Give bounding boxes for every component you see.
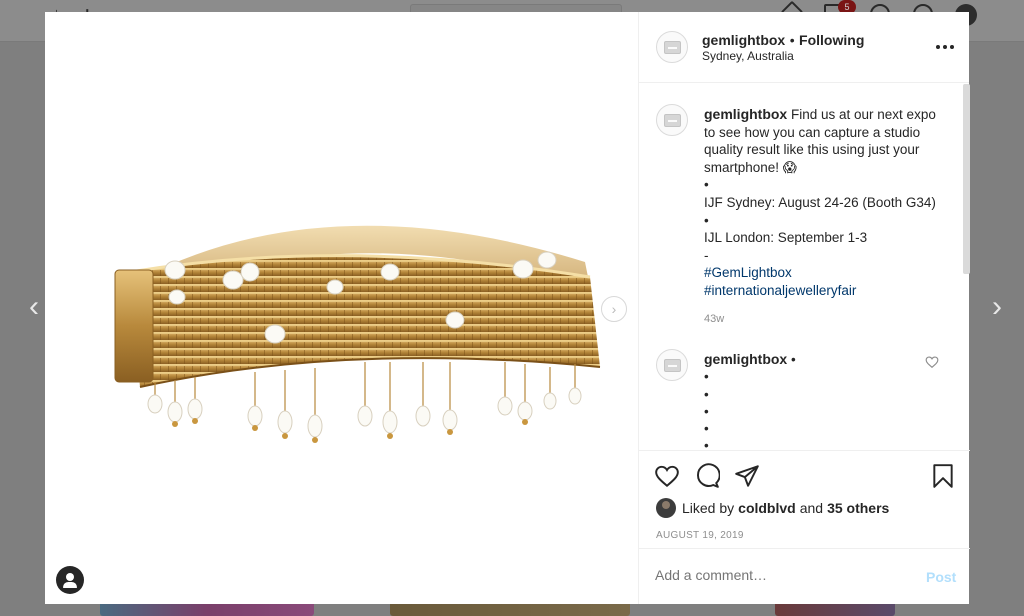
reply-bullet: • (704, 438, 709, 450)
reply-username[interactable]: gemlightbox (704, 351, 787, 367)
prev-post-chevron-left-icon[interactable]: ‹ (22, 292, 46, 322)
more-horizontal-icon[interactable] (936, 38, 954, 56)
caption-bullet: • (704, 212, 709, 228)
author-username[interactable]: gemlightbox (702, 32, 785, 48)
caption-line: quality result like this using just your (704, 142, 920, 158)
caption-line: to see how you can capture a studio (704, 124, 921, 140)
author-separator: • (789, 32, 795, 48)
bracelet-photo (114, 225, 601, 443)
following-button[interactable]: Following (799, 32, 864, 48)
reply-avatar[interactable] (656, 349, 688, 381)
post-modal: › gemlightbox • Following Sydney, Austra… (45, 12, 970, 604)
caption-dash: - (704, 247, 709, 263)
post-side-panel: gemlightbox • Following Sydney, Australi… (638, 12, 970, 604)
caption-line: Find us at our next expo (791, 107, 936, 122)
author-line: gemlightbox • Following (702, 32, 864, 50)
reply-bullet: • (704, 403, 709, 419)
caption-time-ago[interactable]: 43w (704, 313, 724, 325)
user-tag-icon[interactable] (56, 566, 84, 594)
caption-username[interactable]: gemlightbox (704, 106, 787, 122)
post-actions: Liked by coldblvd and 35 others AUGUST 1… (639, 450, 970, 604)
post-comment-button[interactable]: Post (926, 569, 956, 585)
comment-bubble-icon[interactable] (694, 463, 720, 489)
liker-username[interactable]: coldblvd (738, 500, 796, 516)
likes-others-link[interactable]: 35 others (827, 500, 889, 516)
likes-joiner: and (799, 500, 824, 516)
hashtag-link[interactable]: #GemLightbox (704, 264, 944, 282)
caption-line: IJL London: September 1-3 (704, 230, 868, 246)
reply-bullet: • (704, 386, 709, 402)
paper-plane-icon[interactable] (734, 463, 760, 489)
comment-heart-icon[interactable] (925, 355, 939, 369)
reply-comment: gemlightbox • • • • • • (704, 351, 944, 450)
caption-line: IJF Sydney: August 24-26 (Booth G34) (704, 194, 936, 210)
reply-bullet: • (704, 369, 709, 385)
reply-bullet: • (704, 421, 709, 437)
heart-icon[interactable] (654, 463, 680, 489)
comment-input[interactable] (655, 567, 905, 583)
reply-separator: • (791, 352, 796, 367)
hashtag-link[interactable]: #internationaljewelleryfair (704, 282, 944, 300)
post-date[interactable]: AUGUST 19, 2019 (656, 530, 744, 541)
bookmark-icon[interactable] (930, 463, 956, 489)
likes-summary: Liked by coldblvd and 35 others (656, 498, 889, 518)
comments-scrollbar[interactable] (963, 84, 970, 274)
caption-line: smartphone! 😱 (704, 159, 797, 175)
post-media: › (45, 12, 638, 604)
comments-list: gemlightbox Find us at our next expo to … (639, 84, 970, 450)
post-location[interactable]: Sydney, Australia (702, 49, 794, 63)
likes-prefix: Liked by (682, 500, 735, 516)
comment-form: Post (639, 548, 970, 605)
caption-avatar[interactable] (656, 104, 688, 136)
caption: gemlightbox Find us at our next expo to … (704, 106, 944, 300)
caption-bullet: • (704, 177, 709, 193)
post-header: gemlightbox • Following Sydney, Australi… (639, 12, 969, 83)
author-avatar[interactable] (656, 31, 688, 63)
carousel-next-chevron-icon[interactable]: › (601, 296, 627, 322)
next-post-chevron-right-icon[interactable]: › (985, 292, 1009, 322)
liker-avatar[interactable] (656, 498, 676, 518)
